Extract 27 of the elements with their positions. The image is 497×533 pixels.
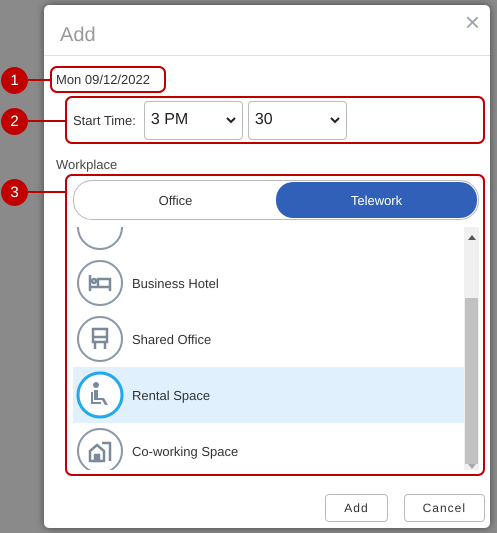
leader-line: [28, 79, 50, 81]
workplace-item[interactable]: Business Hotel: [73, 255, 464, 311]
scrollbar[interactable]: [464, 227, 479, 470]
workplace-item-label: Business Hotel: [132, 276, 219, 290]
chevron-down-icon: [330, 116, 340, 124]
annotation-badge: 3: [1, 179, 28, 206]
workplace-item[interactable]: Co-working Space: [73, 423, 464, 470]
workplace-item[interactable]: Rental Space: [73, 367, 464, 423]
add-button[interactable]: Add: [325, 494, 388, 522]
chevron-down-icon: [226, 116, 236, 124]
workplace-item-label: Co-working Space: [132, 444, 238, 458]
start-time-label: Start Time:: [73, 112, 136, 128]
workplace-tab[interactable]: Telework: [276, 182, 477, 218]
date-label: Mon 09/12/2022: [50, 66, 166, 93]
workplace-tab[interactable]: Office: [75, 182, 276, 218]
cancel-button[interactable]: Cancel: [404, 494, 485, 522]
minute-select[interactable]: 30: [248, 100, 347, 140]
hour-select[interactable]: 3 PM: [144, 100, 243, 140]
workplace-label: Workplace: [56, 157, 118, 172]
dialog-title: Add: [60, 24, 96, 46]
workplace-item-label: Rental Space: [132, 388, 210, 402]
annotation-badge: 2: [1, 108, 28, 135]
hotel-icon: [76, 259, 124, 307]
workplace-item[interactable]: Shared Office: [73, 311, 464, 367]
workplace-item-label: Shared Office: [132, 332, 212, 346]
scroll-up-icon[interactable]: [468, 235, 476, 240]
annotation-badge: 1: [1, 67, 28, 94]
